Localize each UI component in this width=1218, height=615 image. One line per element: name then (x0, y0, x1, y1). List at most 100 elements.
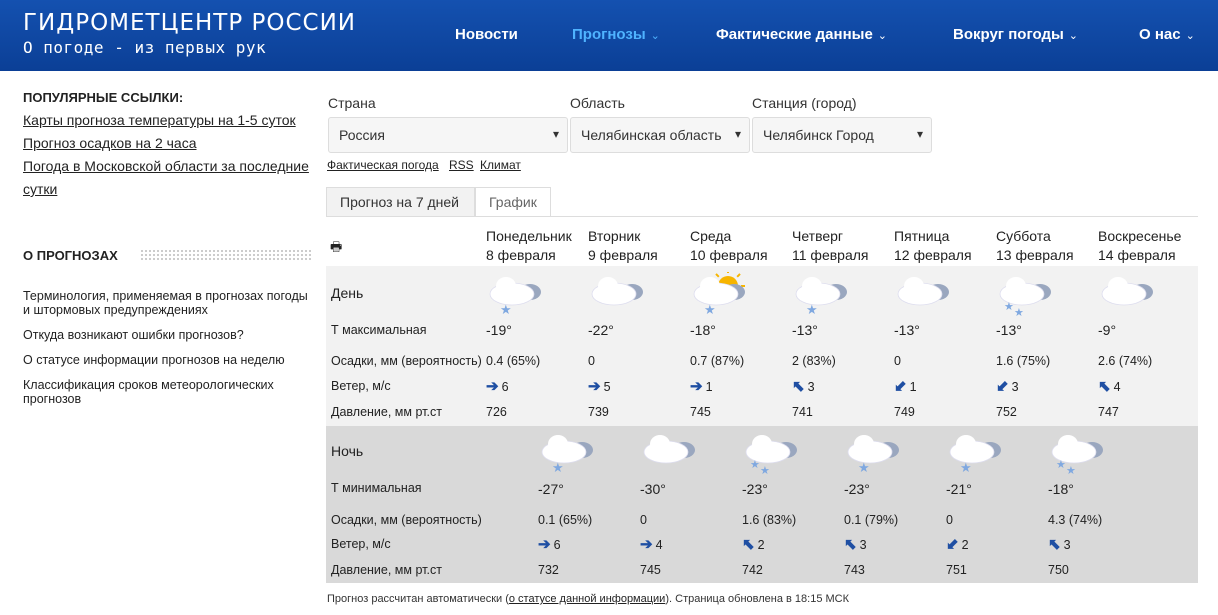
wind-arrow-icon: ⬉ (1048, 536, 1061, 553)
station-select[interactable]: Челябинск Город ▾ (752, 117, 932, 153)
about-forecasts-title: О ПРОГНОЗАХ (23, 248, 118, 263)
day-pressure: 752 (996, 405, 1017, 419)
day-date: 9 февраля (588, 247, 658, 263)
night-precip: 1.6 (83%) (742, 513, 797, 527)
wind-arrow-icon: ⬉ (742, 536, 755, 553)
day-precip: 0 (588, 354, 595, 368)
day-wind: ➔ 5 (588, 377, 611, 395)
nav-about[interactable]: О нас ⌄ (1139, 26, 1195, 43)
tab-chart[interactable]: График (475, 187, 551, 217)
nav-forecasts[interactable]: Прогнозы ⌄ (572, 26, 660, 43)
day-pressure: 726 (486, 405, 507, 419)
day-wind: ➔ 6 (486, 377, 509, 395)
chevron-down-icon: ⌄ (877, 30, 888, 42)
weather-icon: ★ (486, 272, 552, 317)
nav-actual-data[interactable]: Фактические данные ⌄ (716, 26, 887, 43)
day-name: Суббота (996, 228, 1051, 244)
day-name: Воскресенье (1098, 228, 1182, 244)
about-link-errors[interactable]: Откуда возникают ошибки прогнозов? (23, 328, 308, 342)
wind-arrow-icon: ➔ (538, 536, 551, 553)
actual-weather-link[interactable]: Фактическая погода (327, 158, 439, 172)
night-precip: 0 (946, 513, 953, 527)
wind-arrow-icon: ⬉ (792, 378, 805, 395)
day-precip: 0 (894, 354, 901, 368)
wind-arrow-icon: ⬉ (1098, 378, 1111, 395)
printer-icon[interactable]: 🖶 (330, 238, 342, 260)
about-link-classification[interactable]: Классификация сроков метеорологических п… (23, 378, 308, 406)
wind-speed: 3 (859, 538, 867, 552)
rss-link[interactable]: RSS (449, 158, 474, 172)
day-header: Суббота 13 февраля (996, 227, 1074, 265)
chevron-down-icon: ⌄ (1068, 30, 1079, 42)
weather-icon (640, 430, 706, 474)
night-pressure: 750 (1048, 563, 1069, 577)
day-tmax: -13° (894, 322, 920, 338)
chevron-down-icon: ⌄ (650, 30, 660, 42)
status-info-link[interactable]: о статусе данной информации (509, 593, 665, 605)
nav-news[interactable]: Новости (455, 26, 518, 43)
station-label: Станция (город) (752, 95, 857, 111)
night-tmin: -27° (538, 481, 564, 497)
popular-link-moscow[interactable]: Погода в Московской области за последние… (23, 155, 313, 201)
weather-icon: ★ (946, 430, 1012, 475)
country-select[interactable]: Россия ▾ (328, 117, 568, 153)
wind-arrow-icon: ⬋ (996, 378, 1009, 395)
wind-arrow-icon: ➔ (486, 378, 499, 395)
day-wind: ⬉ 3 (792, 377, 815, 395)
popular-link-precip[interactable]: Прогноз осадков на 2 часа (23, 132, 313, 155)
svg-text:★: ★ (500, 302, 512, 316)
day-precip: 2 (83%) (792, 354, 836, 368)
nav-around-weather[interactable]: Вокруг погоды ⌄ (953, 26, 1078, 43)
tab-7-day-forecast[interactable]: Прогноз на 7 дней (326, 187, 475, 217)
svg-text:★: ★ (960, 460, 972, 474)
day-date: 11 февраля (792, 247, 869, 263)
popular-links-title: ПОПУЛЯРНЫЕ ССЫЛКИ: (23, 90, 184, 105)
wind-speed: 6 (553, 538, 561, 552)
about-link-status[interactable]: О статусе информации прогнозов на неделю (23, 353, 308, 367)
day-label: День (331, 285, 364, 301)
night-precip: 0.1 (79%) (844, 513, 899, 527)
day-precip: 2.6 (74%) (1098, 354, 1153, 368)
day-precip: 0.4 (65%) (486, 354, 541, 368)
night-pressure-label: Давление, мм рт.ст (331, 563, 442, 577)
wind-speed: 2 (961, 538, 969, 552)
svg-text:★: ★ (858, 460, 870, 474)
footer-note: Прогноз рассчитан автоматически (о стату… (327, 593, 850, 605)
wind-speed: 3 (807, 380, 815, 394)
climate-link[interactable]: Климат (480, 158, 521, 172)
chevron-down-icon: ▾ (552, 127, 559, 141)
svg-text:★: ★ (1066, 465, 1076, 474)
weather-icon (1098, 272, 1164, 316)
day-precip: 1.6 (75%) (996, 354, 1051, 368)
day-tmax: -13° (792, 322, 818, 338)
day-date: 13 февраля (996, 247, 1074, 263)
svg-text:★: ★ (1056, 459, 1066, 471)
day-pressure: 739 (588, 405, 609, 419)
wind-speed: 2 (757, 538, 765, 552)
wind-speed: 1 (705, 380, 713, 394)
day-name: Четверг (792, 228, 844, 244)
day-date: 12 февраля (894, 247, 972, 263)
day-section (326, 266, 1198, 426)
tmin-label: Т минимальная (331, 481, 422, 495)
day-wind: ⬉ 4 (1098, 377, 1121, 395)
night-precip: 0.1 (65%) (538, 513, 593, 527)
about-link-terminology[interactable]: Терминология, применяемая в прогнозах по… (23, 289, 308, 317)
popular-link-temp-maps[interactable]: Карты прогноза температуры на 1-5 суток (23, 109, 313, 132)
wind-arrow-icon: ➔ (640, 536, 653, 553)
weather-icon: ★ (792, 272, 858, 317)
night-wind: ➔ 6 (538, 535, 561, 553)
day-wind: ⬋ 1 (894, 377, 917, 395)
night-wind: ⬉ 3 (844, 535, 867, 553)
tab-divider (326, 216, 1198, 217)
night-pressure: 742 (742, 563, 763, 577)
weather-icon (894, 272, 960, 316)
day-header: Вторник 9 февраля (588, 227, 658, 265)
night-tmin: -30° (640, 481, 666, 497)
day-tmax: -18° (690, 322, 716, 338)
logo-title[interactable]: ГИДРОМЕТЦЕНТР РОССИИ (23, 10, 356, 36)
region-select[interactable]: Челябинская область ▾ (570, 117, 750, 153)
day-header: Среда 10 февраля (690, 227, 768, 265)
day-header: Понедельник 8 февраля (486, 227, 572, 265)
svg-text:★: ★ (1004, 301, 1014, 313)
